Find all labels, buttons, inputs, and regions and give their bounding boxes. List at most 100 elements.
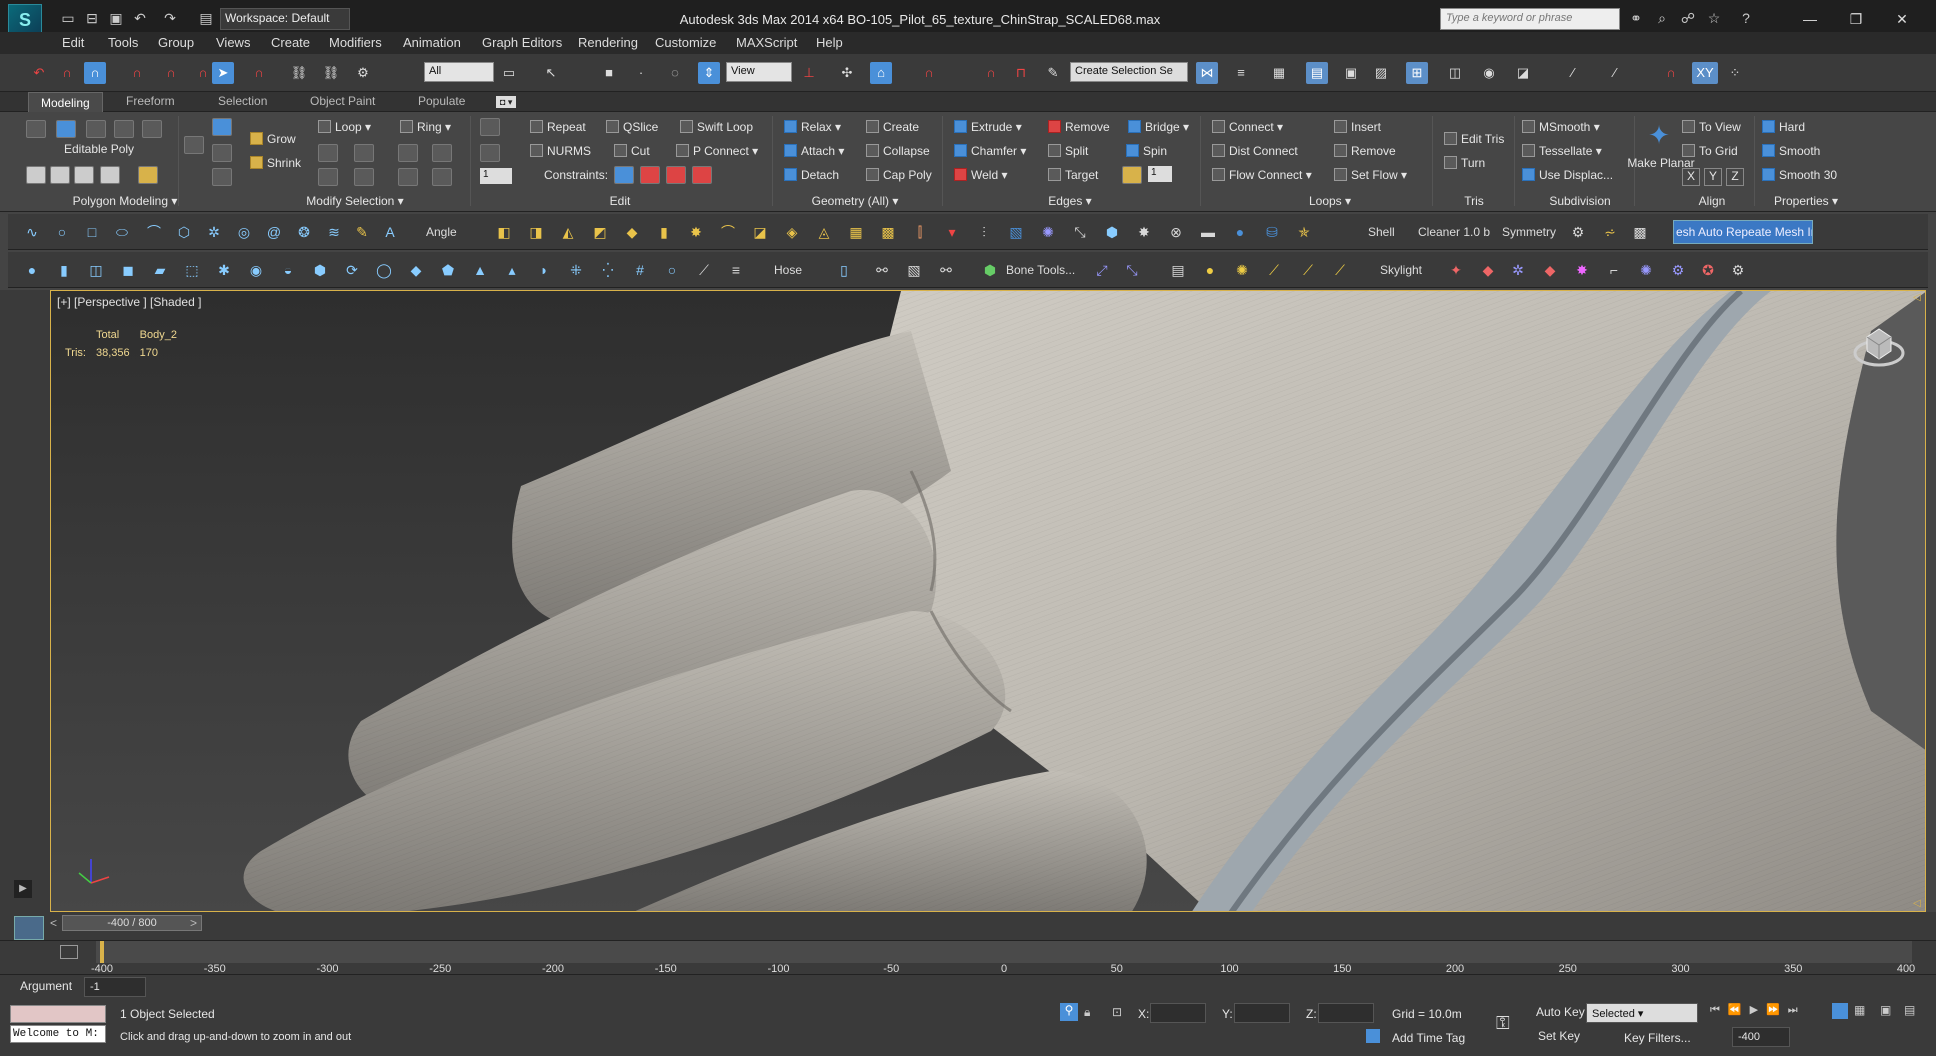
minimize-icon[interactable]: — bbox=[1792, 8, 1828, 30]
modifier-sphere-icon[interactable]: ⬢ bbox=[1102, 222, 1122, 242]
graphite-tools-icon[interactable]: ▣ bbox=[1340, 62, 1362, 84]
modifier-unwrap-icon[interactable]: ⛁ bbox=[1262, 222, 1282, 242]
modifier-displace-icon[interactable]: ✺ bbox=[1038, 222, 1058, 242]
script-gear-icon[interactable]: ⚙ bbox=[1568, 222, 1588, 242]
script-ladder-icon[interactable]: ⩫ bbox=[1600, 222, 1620, 242]
modifier-squeeze-icon[interactable]: ▮ bbox=[654, 222, 674, 242]
viewport-label[interactable]: [+] [Perspective ] [Shaded ] bbox=[57, 295, 201, 309]
play-expand-icon[interactable]: ▶ bbox=[14, 880, 32, 898]
menu-edit[interactable]: Edit bbox=[62, 35, 84, 50]
bone-mirror-icon[interactable]: ▧ bbox=[904, 260, 924, 280]
split-button[interactable]: Split bbox=[1048, 144, 1088, 158]
edge-mode-icon[interactable] bbox=[56, 120, 76, 138]
help-icon[interactable]: ? bbox=[1736, 8, 1756, 28]
skylight-label[interactable]: Skylight bbox=[1380, 263, 1422, 277]
set-key-big-icon[interactable]: ⚿ bbox=[1496, 1013, 1510, 1034]
time-next-icon[interactable]: > bbox=[190, 916, 197, 930]
bridge-button[interactable]: Bridge ▾ bbox=[1128, 120, 1189, 134]
direct-light-icon[interactable]: ⟋ bbox=[1298, 260, 1318, 280]
tube-icon[interactable]: ◫ bbox=[86, 260, 106, 280]
egg-shape-icon[interactable]: ❂ bbox=[294, 222, 314, 242]
arc-shape-icon[interactable]: ⌒ bbox=[144, 222, 164, 242]
track-bar[interactable]: -400 -350 -300 -250 -200 -150 -100 -50 0 50 100 150… bbox=[0, 940, 1936, 975]
pan-icon[interactable]: ▤ bbox=[1904, 1003, 1915, 1017]
pyramid-icon[interactable]: ◆ bbox=[406, 260, 426, 280]
z-coord-field[interactable] bbox=[1318, 1003, 1374, 1023]
zoom-icon[interactable] bbox=[1832, 1003, 1848, 1019]
set-key-button[interactable]: Set Key bbox=[1538, 1029, 1580, 1043]
hose-label[interactable]: Hose bbox=[774, 263, 802, 277]
modifier-shell-icon[interactable]: ▧ bbox=[1006, 222, 1026, 242]
tab-freeform[interactable]: Freeform bbox=[126, 94, 175, 108]
sun-light-icon[interactable]: ✺ bbox=[1232, 260, 1252, 280]
modifier-extra-icon[interactable]: ✯ bbox=[1294, 222, 1314, 242]
detach-button[interactable]: Detach bbox=[784, 168, 839, 182]
modifier-skew-icon[interactable]: ◬ bbox=[814, 222, 834, 242]
modifier-twist-icon[interactable]: ◭ bbox=[558, 222, 578, 242]
polygon-modeling-group[interactable]: Polygon Modeling ▾ bbox=[60, 194, 190, 208]
modifier-turbosmooth-icon[interactable]: ✸ bbox=[1134, 222, 1154, 242]
project-folder-icon[interactable]: ▤ bbox=[196, 8, 216, 28]
properties-group[interactable]: Properties ▾ bbox=[1756, 194, 1856, 208]
mirror-snap-icon[interactable]: ⊓ bbox=[1010, 62, 1032, 84]
ignore-backfacing-icon[interactable] bbox=[212, 118, 232, 136]
text-shape-icon[interactable]: A bbox=[380, 222, 400, 242]
mesh-auto-repeat-button[interactable]: esh Auto Repeate Mesh Insp bbox=[1673, 220, 1813, 244]
render-setup-icon[interactable]: ◉ bbox=[1478, 62, 1500, 84]
brush-icon[interactable]: ✎ bbox=[1042, 62, 1064, 84]
bone-tools-label[interactable]: Bone Tools... bbox=[1006, 263, 1075, 277]
ring-button[interactable]: Ring ▾ bbox=[400, 120, 451, 134]
tab-populate[interactable]: Populate bbox=[418, 94, 465, 108]
modifier-ripple-icon[interactable]: ◪ bbox=[750, 222, 770, 242]
tessellate-button[interactable]: Tessellate ▾ bbox=[1522, 144, 1602, 158]
remove-button[interactable]: Remove bbox=[1048, 120, 1110, 134]
bind-icon[interactable]: ⚙ bbox=[352, 62, 374, 84]
vortex-icon[interactable]: ✪ bbox=[1698, 260, 1718, 280]
capsule-2-icon[interactable]: ▯ bbox=[834, 260, 854, 280]
modifier-relax-icon[interactable]: ⌒ bbox=[718, 222, 738, 242]
connect-button[interactable]: Connect ▾ bbox=[1212, 120, 1283, 134]
repeat-button[interactable]: Repeat bbox=[530, 120, 586, 134]
area-light-icon[interactable]: ⟋ bbox=[1330, 260, 1350, 280]
lock-selection-icon[interactable]: 🔒︎ bbox=[1084, 1005, 1090, 1020]
shell-label[interactable]: Shell bbox=[1368, 225, 1395, 239]
ring-grow-icon[interactable] bbox=[398, 144, 418, 162]
tab-modeling[interactable]: Modeling bbox=[28, 92, 103, 112]
section-shape-icon[interactable]: ≋ bbox=[324, 222, 344, 242]
cap-poly-button[interactable]: Cap Poly bbox=[866, 168, 932, 182]
link-icon[interactable]: ⛓ bbox=[288, 62, 310, 84]
rectangle-shape-icon[interactable]: □ bbox=[82, 222, 102, 242]
selection-filter-dropdown[interactable]: All bbox=[424, 62, 494, 82]
rect-selection-icon[interactable]: ■ bbox=[598, 62, 620, 84]
schematic-view-icon[interactable]: ⊞ bbox=[1406, 62, 1428, 84]
align-z-button[interactable]: Z bbox=[1726, 168, 1744, 186]
loop-grow-icon[interactable] bbox=[318, 144, 338, 162]
preserve-uvs-icon[interactable] bbox=[184, 136, 204, 154]
torus-icon[interactable]: ◯ bbox=[374, 260, 394, 280]
playback-controls[interactable]: ⏮⏪▶⏩⏭ bbox=[1710, 1003, 1806, 1017]
stack-icon[interactable]: ≡ bbox=[726, 260, 746, 280]
key-filters-button[interactable]: Key Filters... bbox=[1624, 1031, 1691, 1045]
auto-key-button[interactable]: Auto Key bbox=[1536, 1005, 1585, 1019]
pin-stack-icon[interactable] bbox=[50, 166, 70, 184]
swift-loop-button[interactable]: Swift Loop bbox=[680, 120, 753, 134]
oiltank-icon[interactable]: ⬢ bbox=[310, 260, 330, 280]
loop-shrink-icon[interactable] bbox=[354, 144, 374, 162]
nurms-button[interactable]: NURMS bbox=[530, 144, 591, 158]
loops-remove-button[interactable]: Remove bbox=[1334, 144, 1396, 158]
extrude-button[interactable]: Extrude ▾ bbox=[954, 120, 1022, 134]
snaps-toggle-icon[interactable]: ∩ bbox=[918, 62, 940, 84]
zoom-extents-icon[interactable]: ▣ bbox=[1880, 1003, 1891, 1017]
cone-icon[interactable]: ▲ bbox=[470, 260, 490, 280]
curve-editor-icon[interactable]: ▨ bbox=[1370, 62, 1392, 84]
undo-icon[interactable]: ↶ bbox=[130, 8, 150, 28]
geosphere-icon[interactable]: ◉ bbox=[246, 260, 266, 280]
p-connect-button[interactable]: P Connect ▾ bbox=[676, 144, 758, 158]
grow-button[interactable]: Grow bbox=[250, 132, 296, 146]
border-mode-icon[interactable] bbox=[86, 120, 106, 138]
x-coord-field[interactable] bbox=[1150, 1003, 1206, 1023]
modifier-push-icon[interactable]: ✸ bbox=[686, 222, 706, 242]
show-end-result-icon[interactable] bbox=[26, 166, 46, 184]
deflector-icon[interactable]: ⚙ bbox=[1728, 260, 1748, 280]
perspective-viewport[interactable]: [+] [Perspective ] [Shaded ] Total Body_2… bbox=[50, 290, 1926, 912]
